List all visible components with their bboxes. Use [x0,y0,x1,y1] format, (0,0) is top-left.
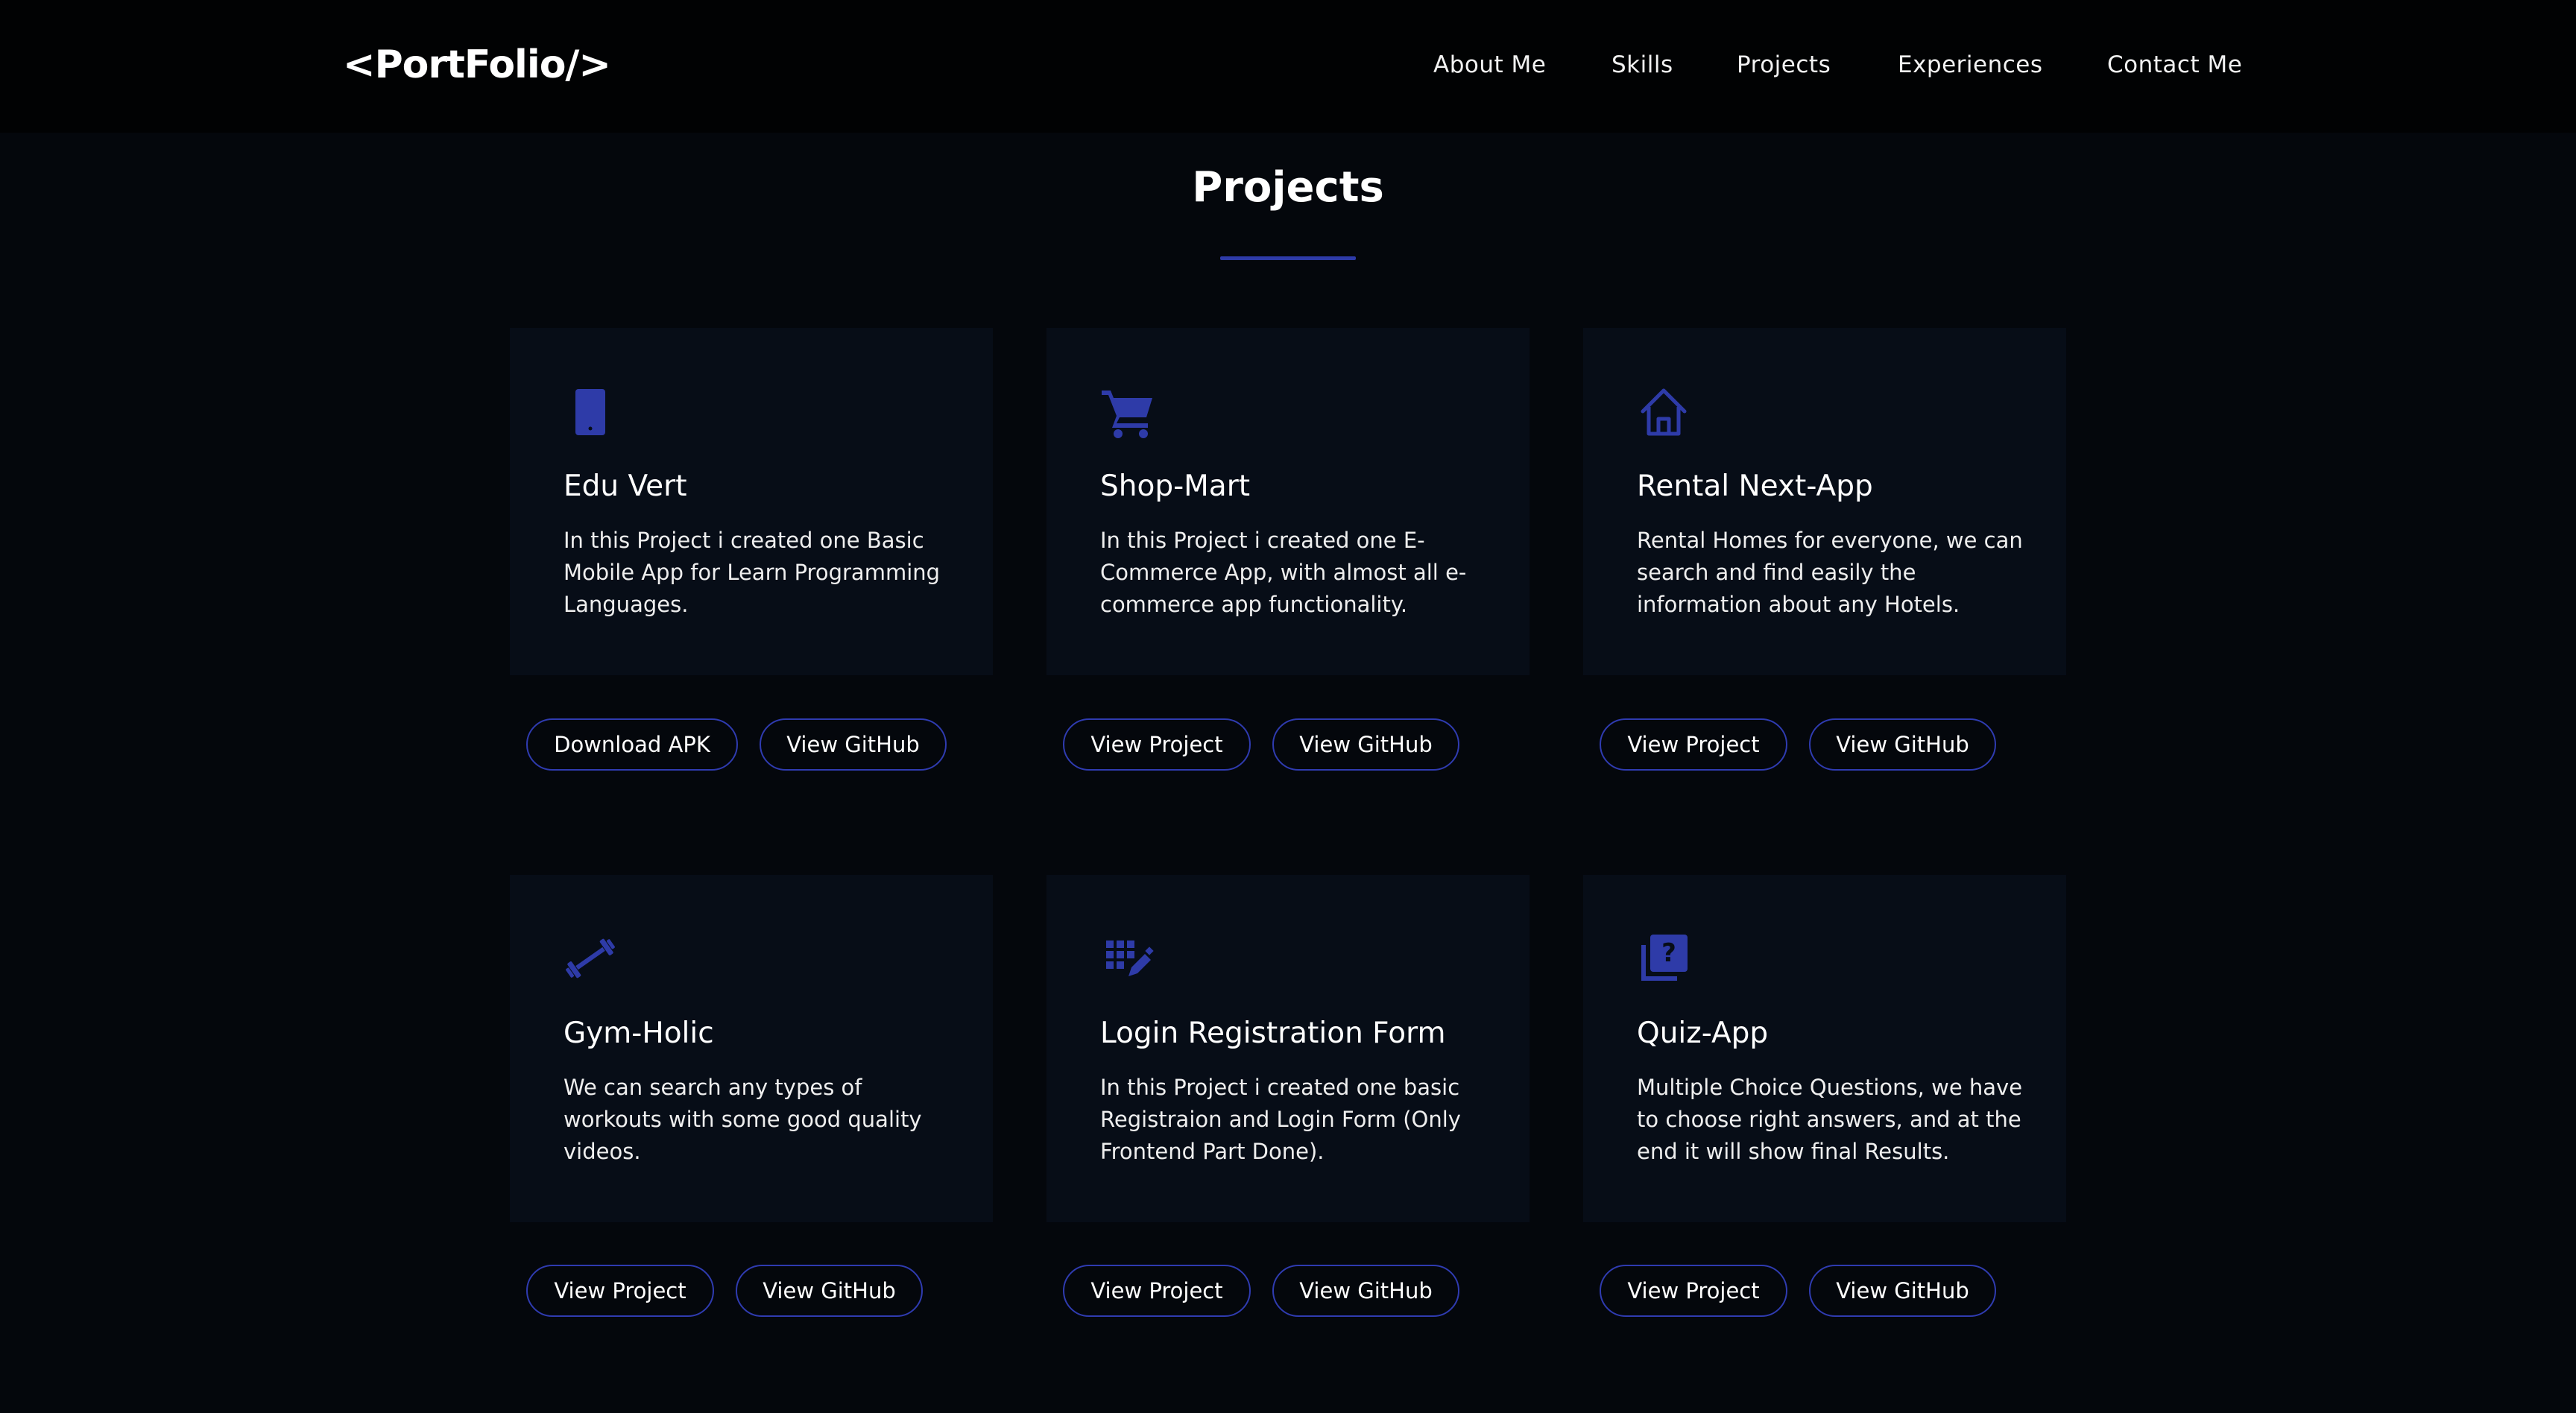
project-description: In this Project i created one Basic Mobi… [564,528,941,617]
project-card-edu-vert: Edu Vert In this Project i created one B… [510,328,993,675]
section-title: Projects [1192,163,1384,212]
form-edit-icon [1099,930,1155,987]
project-title: Shop-Mart [1100,470,1251,503]
nav-link-skills[interactable]: Skills [1611,49,1673,80]
project-description: Rental Homes for everyone, we can search… [1637,528,2023,617]
view-github-button[interactable]: View GitHub [1809,1265,1996,1317]
shopping-cart-icon [1099,383,1155,440]
svg-text:?: ? [1661,938,1676,968]
download-apk-button[interactable]: Download APK [526,718,738,771]
mobile-phone-icon [562,383,619,440]
project-title: Rental Next-App [1637,470,1873,503]
view-project-button[interactable]: View Project [1063,718,1251,771]
project-description: In this Project i created one E-Commerce… [1100,528,1467,617]
project-title: Edu Vert [564,470,687,503]
project-card-rental-next-app: Rental Next-App Rental Homes for everyon… [1583,328,2066,675]
view-github-button[interactable]: View GitHub [1272,1265,1459,1317]
project-card-quiz-app: ? Quiz-App Multiple Choice Questions, we… [1583,875,2066,1222]
view-github-button[interactable]: View GitHub [736,1265,923,1317]
view-project-button[interactable]: View Project [1600,1265,1787,1317]
view-github-button[interactable]: View GitHub [1272,718,1459,771]
project-card-shop-mart: Shop-Mart In this Project i created one … [1046,328,1530,675]
quiz-question-icon: ? [1635,930,1692,987]
project-card-login-registration-form: Login Registration Form In this Project … [1046,875,1530,1222]
view-project-button[interactable]: View Project [1063,1265,1251,1317]
nav-link-contact-me[interactable]: Contact Me [2107,49,2242,80]
project-card-gym-holic: Gym-Holic We can search any types of wor… [510,875,993,1222]
project-description: We can search any types of workouts with… [564,1075,922,1164]
project-title: Gym-Holic [564,1017,714,1050]
project-title: Quiz-App [1637,1017,1769,1050]
view-project-button[interactable]: View Project [526,1265,714,1317]
dumbbell-icon [562,930,619,987]
view-github-button[interactable]: View GitHub [760,718,947,771]
home-icon [1635,383,1692,440]
view-github-button[interactable]: View GitHub [1809,718,1996,771]
site-logo[interactable]: <PortFolio/> [343,37,611,92]
view-project-button[interactable]: View Project [1600,718,1787,771]
nav-link-about-me[interactable]: About Me [1433,49,1546,80]
project-title: Login Registration Form [1100,1017,1446,1050]
title-underline [1220,256,1356,260]
nav-link-experiences[interactable]: Experiences [1898,49,2043,80]
project-description: Multiple Choice Questions, we have to ch… [1637,1075,2023,1164]
project-description: In this Project i created one basic Regi… [1100,1075,1461,1164]
nav-link-projects[interactable]: Projects [1737,49,1831,80]
top-navbar: <PortFolio/> About Me Skills Projects Ex… [0,0,2576,133]
